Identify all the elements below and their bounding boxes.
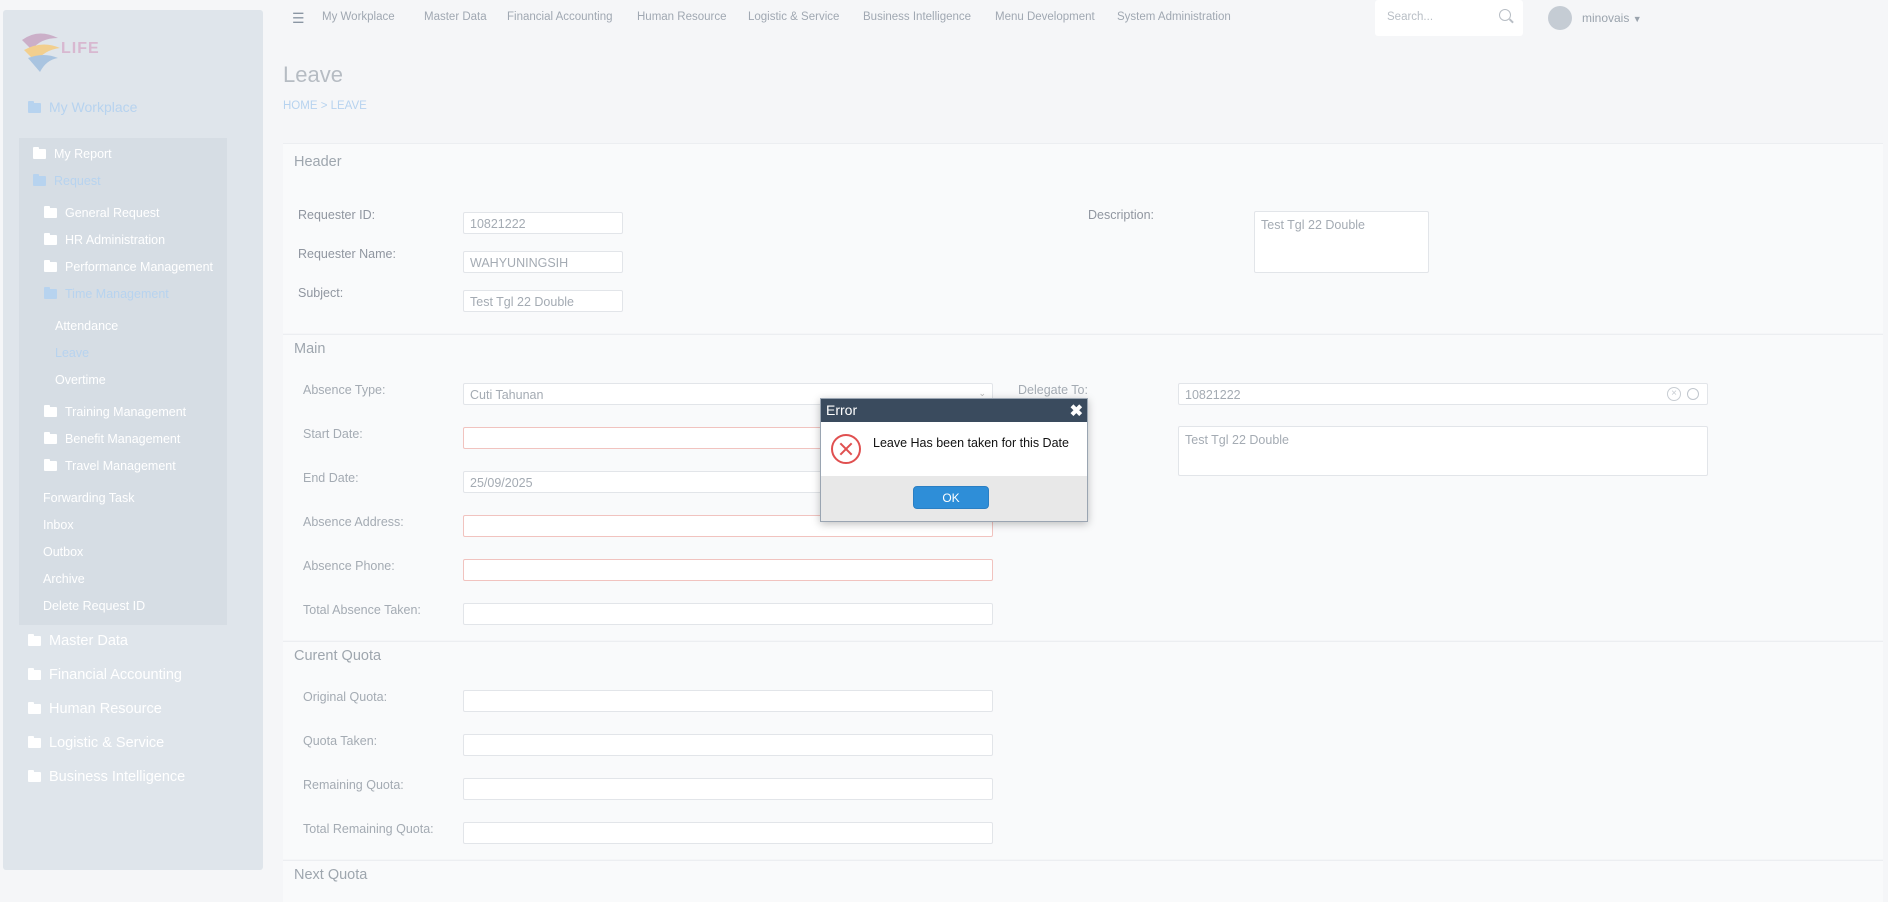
sidebar-item-forwarding-task[interactable]: Forwarding Task — [43, 491, 134, 505]
search-placeholder: Search... — [1387, 11, 1434, 23]
absence-type-label: Absence Type: — [303, 383, 386, 397]
total-absence-label: Total Absence Taken: — [303, 603, 421, 617]
nav-master-data[interactable]: Master Data — [424, 11, 487, 23]
requester-id-field[interactable]: 10821222 — [463, 212, 623, 234]
search-input[interactable]: Search... — [1375, 0, 1523, 36]
clear-icon[interactable]: × — [1667, 387, 1681, 401]
dialog-header: Error ✖ — [821, 399, 1087, 422]
delegate-note-textarea[interactable]: Test Tgl 22 Double — [1178, 426, 1708, 476]
folder-icon — [44, 459, 57, 471]
total-absence-field[interactable] — [463, 603, 993, 625]
folder-icon — [28, 668, 41, 680]
avatar[interactable] — [1548, 6, 1572, 30]
nav-business-intelligence[interactable]: Business Intelligence — [863, 11, 971, 23]
total-remaining-quota-field[interactable] — [463, 822, 993, 844]
folder-icon — [44, 405, 57, 417]
error-icon — [831, 434, 861, 464]
sidebar-item-attendance[interactable]: Attendance — [55, 319, 118, 333]
hamburger-menu-icon[interactable]: ☰ — [292, 10, 305, 27]
caret-down-icon: ▼ — [1632, 14, 1642, 24]
requester-name-label: Requester Name: — [298, 247, 396, 261]
end-date-label: End Date: — [303, 471, 359, 485]
original-quota-field[interactable] — [463, 690, 993, 712]
remaining-quota-label: Remaining Quota: — [303, 778, 404, 792]
delegate-field[interactable]: 10821222 × — [1178, 383, 1708, 405]
sidebar-item-my-report[interactable]: My Report — [33, 147, 112, 161]
nav-system-administration[interactable]: System Administration — [1117, 11, 1231, 23]
description-label: Description: — [1088, 208, 1154, 222]
requester-name-field[interactable]: WAHYUNINGSIH — [463, 251, 623, 273]
folder-icon — [28, 101, 41, 113]
nav-human-resource[interactable]: Human Resource — [637, 11, 726, 23]
sidebar-item-leave[interactable]: Leave — [55, 346, 89, 360]
sidebar-item-my-workplace[interactable]: My Workplace — [28, 99, 137, 115]
user-menu[interactable]: minovais ▼ — [1582, 11, 1642, 25]
absence-address-label: Absence Address: — [303, 515, 404, 529]
sidebar-item-human-resource[interactable]: Human Resource — [28, 701, 162, 717]
total-remaining-quota-label: Total Remaining Quota: — [303, 822, 434, 836]
subject-label: Subject: — [298, 286, 344, 300]
folder-icon — [44, 260, 57, 272]
sidebar-item-hr-administration[interactable]: HR Administration — [44, 233, 165, 247]
folder-icon — [44, 432, 57, 444]
description-textarea[interactable]: Test Tgl 22 Double — [1254, 211, 1429, 273]
section-quota-title: Curent Quota — [294, 648, 382, 664]
nav-logistic-service[interactable]: Logistic & Service — [748, 11, 839, 23]
requester-id-label: Requester ID: — [298, 208, 376, 222]
logo-text: LIFE — [61, 40, 100, 57]
section-main-title: Main — [294, 341, 326, 357]
folder-icon — [44, 287, 57, 299]
search-icon[interactable] — [1687, 388, 1699, 400]
remaining-quota-field[interactable] — [463, 778, 993, 800]
original-quota-label: Original Quota: — [303, 690, 388, 704]
next-quota-panel — [283, 860, 1883, 902]
absence-phone-field[interactable] — [463, 559, 993, 581]
section-next-quota-title: Next Quota — [294, 867, 368, 883]
start-date-label: Start Date: — [303, 427, 363, 441]
absence-phone-label: Absence Phone: — [303, 559, 395, 573]
folder-icon — [44, 233, 57, 245]
sidebar-item-outbox[interactable]: Outbox — [43, 545, 83, 559]
folder-icon — [28, 770, 41, 782]
folder-icon — [33, 147, 46, 159]
quota-taken-label: Quota Taken: — [303, 734, 378, 748]
subject-field[interactable]: Test Tgl 22 Double — [463, 290, 623, 312]
dialog-footer: OK — [821, 476, 1087, 521]
error-dialog: Error ✖ Leave Has been taken for this Da… — [820, 398, 1088, 522]
sidebar-item-training-management[interactable]: Training Management — [44, 405, 186, 419]
search-icon[interactable] — [1499, 9, 1511, 21]
sidebar-item-request[interactable]: Request — [33, 174, 101, 188]
nav-my-workplace[interactable]: My Workplace — [322, 11, 395, 23]
delegate-label: Delegate To: — [1018, 383, 1088, 397]
nav-menu-development[interactable]: Menu Development — [995, 11, 1095, 23]
sidebar-item-logistic-service[interactable]: Logistic & Service — [28, 735, 164, 751]
sidebar-item-travel-management[interactable]: Travel Management — [44, 459, 176, 473]
sidebar-item-general-request[interactable]: General Request — [44, 206, 160, 220]
sidebar-item-performance-management[interactable]: Performance Management — [44, 260, 213, 274]
folder-icon — [28, 702, 41, 714]
nav-financial-accounting[interactable]: Financial Accounting — [507, 11, 612, 23]
section-header-title: Header — [294, 154, 342, 170]
page-title: Leave — [283, 62, 343, 87]
sidebar-item-master-data[interactable]: Master Data — [28, 633, 128, 649]
folder-icon — [28, 736, 41, 748]
sidebar-item-benefit-management[interactable]: Benefit Management — [44, 432, 180, 446]
sidebar-item-archive[interactable]: Archive — [43, 572, 85, 586]
sidebar-item-overtime[interactable]: Overtime — [55, 373, 106, 387]
ok-button[interactable]: OK — [913, 486, 989, 509]
sidebar-item-time-management[interactable]: Time Management — [44, 287, 169, 301]
dialog-title: Error — [826, 402, 858, 418]
dialog-message: Leave Has been taken for this Date — [873, 436, 1069, 450]
close-icon[interactable]: ✖ — [1070, 401, 1083, 421]
quota-taken-field[interactable] — [463, 734, 993, 756]
folder-icon — [33, 174, 46, 186]
breadcrumb[interactable]: HOME > LEAVE — [283, 100, 367, 112]
folder-icon — [28, 634, 41, 646]
sidebar-item-delete-request-id[interactable]: Delete Request ID — [43, 599, 145, 613]
top-navbar: ☰ My Workplace Master Data Financial Acc… — [0, 0, 1888, 36]
sidebar-item-business-intelligence[interactable]: Business Intelligence — [28, 769, 185, 785]
sidebar-item-inbox[interactable]: Inbox — [43, 518, 74, 532]
folder-icon — [44, 206, 57, 218]
sidebar-item-financial-accounting[interactable]: Financial Accounting — [28, 667, 182, 683]
